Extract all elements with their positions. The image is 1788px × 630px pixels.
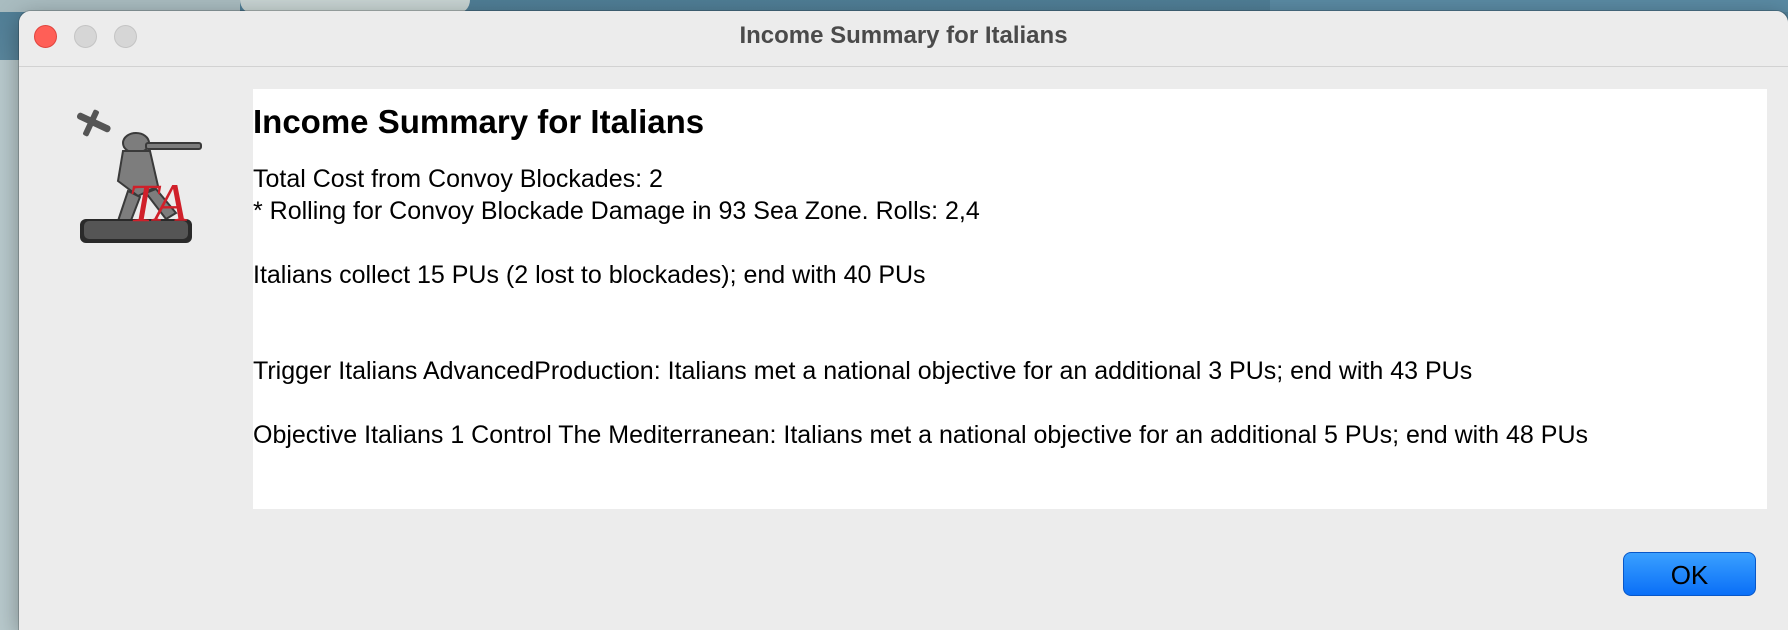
ok-button[interactable]: OK	[1623, 552, 1756, 596]
window-title: Income Summary for Italians	[739, 22, 1068, 49]
summary-line: Italians collect 15 PUs (2 lost to block…	[253, 261, 926, 289]
summary-line: Objective Italians 1 Control The Mediter…	[253, 421, 1588, 449]
summary-line: Total Cost from Convoy Blockades: 2	[253, 165, 663, 193]
title-bar[interactable]: Income Summary for Italians	[19, 11, 1788, 67]
triplea-soldier-icon: TA	[76, 109, 202, 243]
summary-line: Trigger Italians AdvancedProduction: Ita…	[253, 357, 1473, 385]
logo-lettering: TA	[128, 173, 188, 233]
summary-heading: Income Summary for Italians	[253, 103, 705, 140]
summary-text-area: Income Summary for Italians Total Cost f…	[253, 89, 1767, 509]
income-summary-dialog: Income Summary for Italians TA Income Su…	[19, 11, 1788, 630]
summary-line: * Rolling for Convoy Blockade Damage in …	[253, 197, 980, 225]
